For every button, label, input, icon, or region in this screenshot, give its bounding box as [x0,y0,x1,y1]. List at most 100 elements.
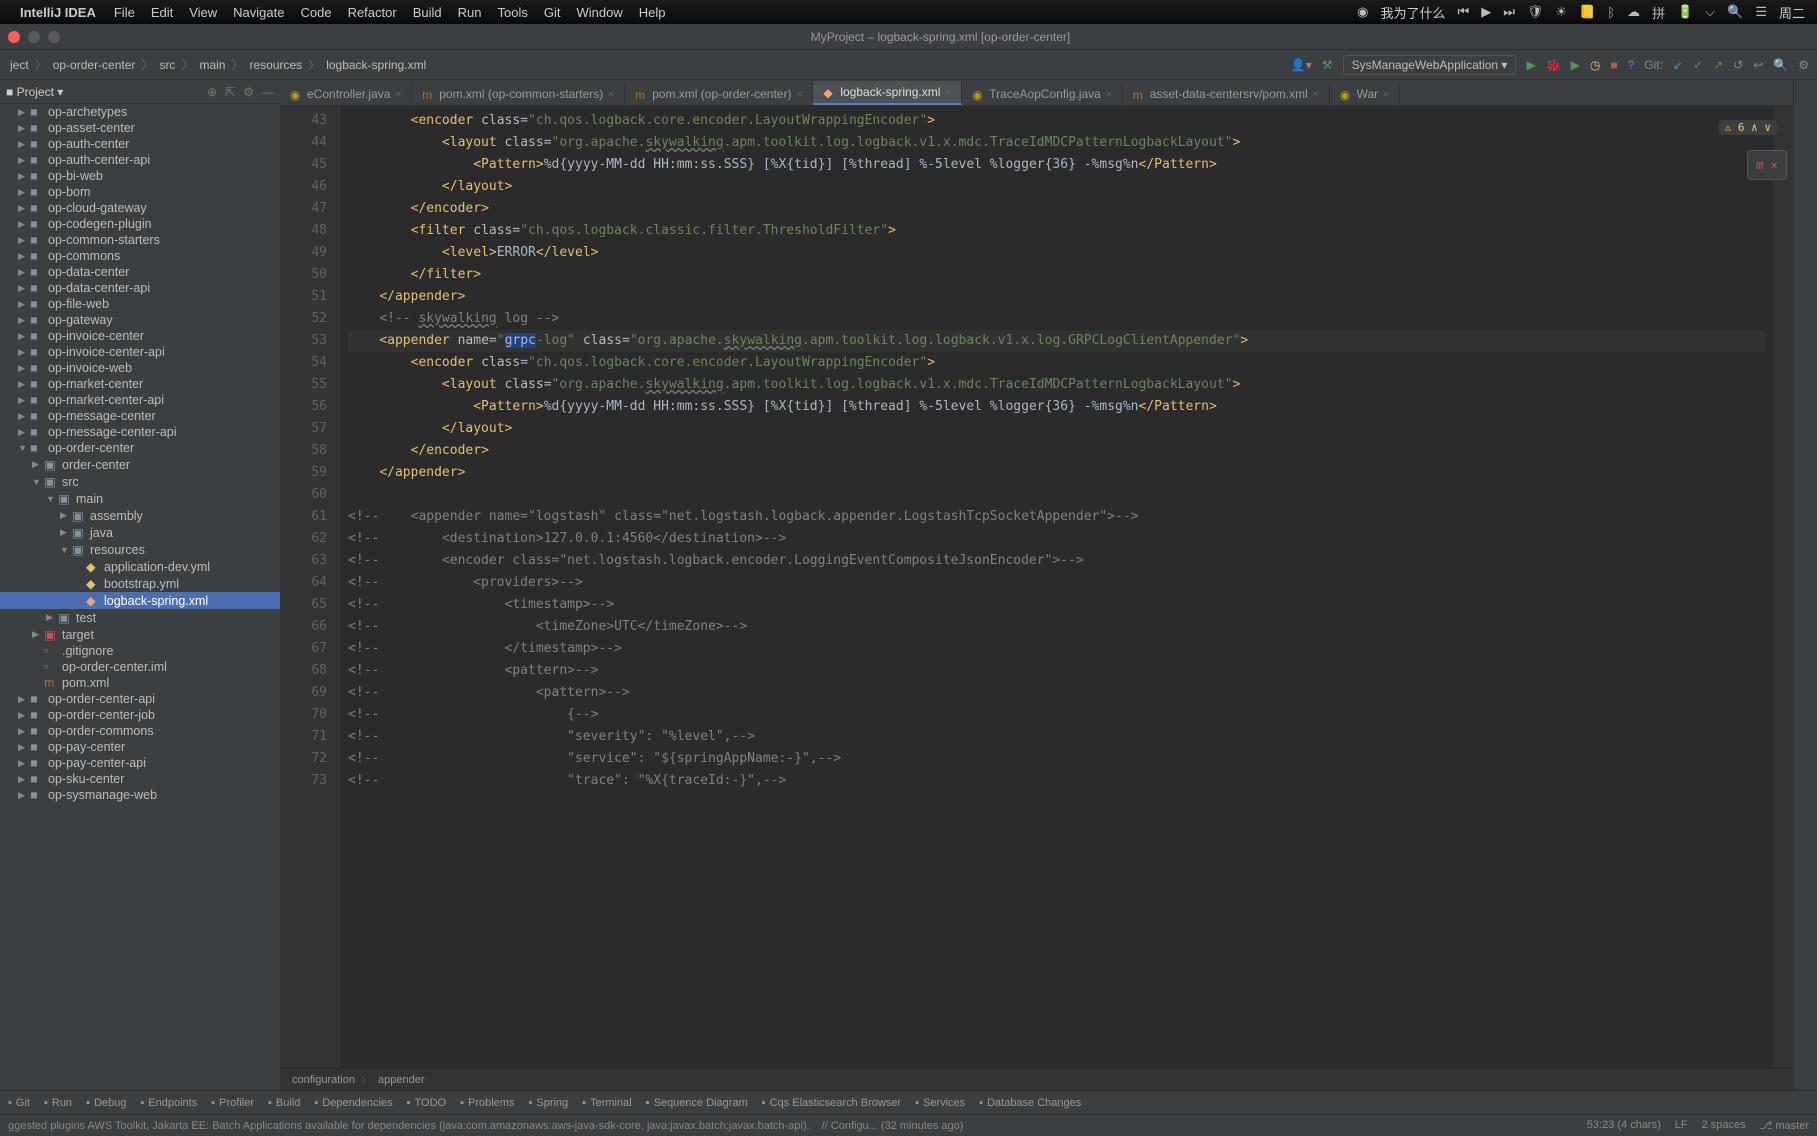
tree-item-op-invoice-center-api[interactable]: ■op-invoice-center-api [0,344,280,360]
line-number[interactable]: 59 [284,462,327,484]
user-icon[interactable]: 👤▾ [1291,58,1312,72]
code-line[interactable]: </encoder> [348,198,1765,220]
tree-item-op-commons[interactable]: ■op-commons [0,248,280,264]
indent-setting[interactable]: 2 spaces [1702,1119,1746,1132]
nav-crumb[interactable]: op-order-center [51,58,138,72]
line-number[interactable]: 57 [284,418,327,440]
tree-item-op-order-center[interactable]: ■op-order-center [0,440,280,456]
chevron-icon[interactable] [18,790,30,801]
code-line[interactable] [348,484,1765,506]
line-number[interactable]: 46 [284,176,327,198]
code-line[interactable]: <!-- <pattern>--> [348,682,1765,704]
chevron-icon[interactable] [18,139,30,150]
line-number[interactable]: 43 [284,110,327,132]
code-line[interactable]: <appender name="grpc-log" class="org.apa… [348,330,1765,352]
chevron-icon[interactable] [32,629,44,640]
tree-item-resources[interactable]: ▣resources [0,541,280,558]
macos-menu-edit[interactable]: Edit [143,5,181,20]
code-line[interactable]: </appender> [348,462,1765,484]
macos-menu-navigate[interactable]: Navigate [225,5,292,20]
code-line[interactable]: </encoder> [348,440,1765,462]
macos-menu-git[interactable]: Git [536,5,569,20]
chevron-icon[interactable] [18,411,30,422]
tree-item-op-cloud-gateway[interactable]: ■op-cloud-gateway [0,200,280,216]
line-number[interactable]: 49 [284,242,327,264]
locate-icon[interactable]: ⊕ [207,85,217,99]
close-icon[interactable]: × [796,89,802,100]
chevron-icon[interactable] [18,395,30,406]
line-number[interactable]: 73 [284,770,327,792]
code-line[interactable]: <!-- <timestamp>--> [348,594,1765,616]
line-number[interactable]: 65 [284,594,327,616]
code-line[interactable]: <!-- {--> [348,704,1765,726]
macos-menu-refactor[interactable]: Refactor [340,5,405,20]
code-line[interactable]: <Pattern>%d{yyyy-MM-dd HH:mm:ss.SSS} [%X… [348,396,1765,418]
window-minimize-button[interactable] [28,31,40,43]
line-number[interactable]: 66 [284,616,327,638]
tree-item-op-data-center-api[interactable]: ■op-data-center-api [0,280,280,296]
chevron-icon[interactable] [18,742,30,753]
hide-icon[interactable]: — [262,85,274,99]
chevron-icon[interactable] [18,726,30,737]
caret-position[interactable]: 53:23 (4 chars) [1587,1119,1661,1132]
bottom-tab-services[interactable]: ▪Services [915,1097,965,1109]
line-number[interactable]: 61 [284,506,327,528]
warnings-indicator[interactable]: ⚠ 6 ∧ ∨ [1719,120,1777,135]
tree-item-order-center[interactable]: ▣order-center [0,456,280,473]
tree-item-op-invoice-web[interactable]: ■op-invoice-web [0,360,280,376]
breadcrumb-item[interactable]: configuration [292,1074,355,1086]
tree-item-op-market-center-api[interactable]: ■op-market-center-api [0,392,280,408]
code-line[interactable]: <!-- <timeZone>UTC</timeZone>--> [348,616,1765,638]
macos-date[interactable]: 周二 [1779,3,1805,22]
bottom-tab-sequence-diagram[interactable]: ▪Sequence Diagram [646,1097,748,1109]
bottom-tab-cqs-elasticsearch-browser[interactable]: ▪Cqs Elasticsearch Browser [762,1097,901,1109]
line-number[interactable]: 63 [284,550,327,572]
tree-item-op-auth-center[interactable]: ■op-auth-center [0,136,280,152]
battery-icon[interactable]: 🔋 [1677,4,1693,20]
close-icon[interactable]: × [395,89,401,100]
code-line[interactable]: <!-- "severity": "%level",--> [348,726,1765,748]
settings-icon[interactable]: ⚙ [1798,58,1809,72]
macos-menu-window[interactable]: Window [568,5,630,20]
tree-item-op-codegen-plugin[interactable]: ■op-codegen-plugin [0,216,280,232]
line-number[interactable]: 67 [284,638,327,660]
debug-button[interactable]: 🐞 [1546,58,1561,72]
hammer-icon[interactable]: ⚒ [1322,58,1333,72]
profile-button[interactable]: ◷ [1590,58,1600,72]
macos-menu-help[interactable]: Help [631,5,674,20]
chevron-icon[interactable] [18,107,30,118]
chevron-icon[interactable] [18,315,30,326]
expand-icon[interactable]: ⇱ [225,85,235,99]
line-number[interactable]: 54 [284,352,327,374]
chevron-icon[interactable] [46,494,58,504]
nav-crumb[interactable]: main [197,58,227,72]
cloud-icon[interactable]: ☁ [1627,4,1640,20]
bottom-tab-dependencies[interactable]: ▪Dependencies [314,1097,392,1109]
help-icon[interactable]: ? [1628,58,1635,72]
macos-menu-tools[interactable]: Tools [489,5,535,20]
record-icon[interactable]: ◉ [1357,4,1368,20]
coverage-button[interactable]: ▶ [1571,58,1580,72]
tree-item-logback-spring-xml[interactable]: ◆logback-spring.xml [0,592,280,609]
tree-item-java[interactable]: ▣java [0,524,280,541]
chevron-icon[interactable] [18,283,30,294]
tree-item-op-order-commons[interactable]: ■op-order-commons [0,723,280,739]
chevron-icon[interactable] [18,443,30,453]
chevron-icon[interactable] [18,331,30,342]
tree-item-application-dev-yml[interactable]: ◆application-dev.yml [0,558,280,575]
window-maximize-button[interactable] [48,31,60,43]
code-line[interactable]: </layout> [348,418,1765,440]
tree-item-op-message-center-api[interactable]: ■op-message-center-api [0,424,280,440]
line-number[interactable]: 69 [284,682,327,704]
tree-item-op-data-center[interactable]: ■op-data-center [0,264,280,280]
close-icon[interactable]: × [1106,89,1112,100]
chevron-icon[interactable] [18,347,30,358]
chevron-icon[interactable] [60,527,72,538]
chevron-icon[interactable] [32,477,44,487]
code-line[interactable]: <!-- <appender name="logstash" class="ne… [348,506,1765,528]
breadcrumb-item[interactable]: appender [378,1074,425,1086]
tree-item-op-bi-web[interactable]: ■op-bi-web [0,168,280,184]
chevron-icon[interactable] [18,203,30,214]
macos-menu-code[interactable]: Code [292,5,339,20]
editor-tab[interactable]: ◉War× [1330,83,1400,105]
